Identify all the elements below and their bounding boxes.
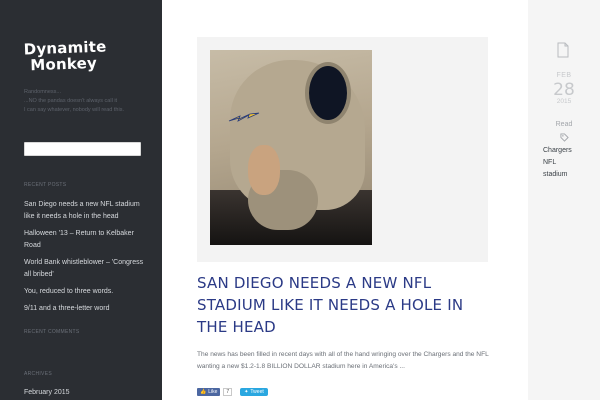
- facebook-like: 👍 Like 7: [197, 388, 233, 396]
- site-logo[interactable]: Dynamite Monkey: [23, 38, 107, 75]
- read-link[interactable]: Read: [528, 121, 600, 128]
- recent-post-link[interactable]: San Diego needs a new NFL stadium like i…: [24, 199, 149, 223]
- tweet-label: Tweet: [250, 389, 264, 395]
- post-date-year: 2015: [556, 98, 572, 105]
- tag-link[interactable]: Chargers: [543, 145, 572, 157]
- post-excerpt: The news has been filled in recent days …: [197, 351, 489, 370]
- recent-posts-title: RECENT POSTS: [24, 182, 67, 188]
- social-buttons: 👍 Like 7 ✦ Tweet: [197, 388, 268, 396]
- tweet-button[interactable]: ✦ Tweet: [240, 388, 268, 396]
- tag-list: Chargers NFL stadium: [543, 145, 572, 181]
- tag-icon: [560, 133, 569, 142]
- facebook-like-button[interactable]: 👍 Like: [197, 388, 221, 396]
- archives-title: ARCHIVES: [24, 371, 52, 377]
- tagline-line: ...NO the pandas doesn't always call it: [24, 98, 118, 104]
- post-date-month: FEB: [556, 72, 572, 79]
- tag-link[interactable]: stadium: [543, 169, 572, 181]
- document-icon: [557, 42, 569, 58]
- featured-image[interactable]: [210, 50, 372, 245]
- chargers-bolt-icon: [228, 112, 260, 122]
- recent-post-link[interactable]: World Bank whistleblower – 'Congress all…: [24, 257, 149, 281]
- archive-link[interactable]: February 2015: [24, 389, 70, 396]
- facebook-like-label: Like: [208, 389, 218, 395]
- facebook-like-count: 7: [223, 388, 233, 396]
- sidebar: Dynamite Monkey Randomness... ...NO the …: [0, 0, 162, 400]
- site-tagline: Randomness... ...NO the pandas doesn't a…: [24, 88, 154, 115]
- page: Dynamite Monkey Randomness... ...NO the …: [0, 0, 600, 400]
- recent-post-link[interactable]: Halloween '13 – Return to Kelbaker Road: [24, 228, 149, 252]
- main-content: SAN DIEGO NEEDS A NEW NFL STADIUM LIKE I…: [162, 0, 528, 400]
- recent-posts-list: San Diego needs a new NFL stadium like i…: [24, 199, 149, 320]
- thumbs-up-icon: 👍: [200, 389, 207, 395]
- tag-link[interactable]: NFL: [543, 157, 572, 169]
- featured-image-frame: [197, 37, 488, 262]
- post-meta: FEB 28 2015 Read Chargers NFL stadium: [528, 0, 600, 400]
- logo-line-2: Monkey: [29, 53, 98, 75]
- recent-post-link[interactable]: You, reduced to three words.: [24, 286, 149, 298]
- recent-comments-title: RECENT COMMENTS: [24, 329, 80, 335]
- photo-hood-hole: [305, 62, 351, 124]
- post-date-day: 28: [553, 80, 575, 100]
- photo-face: [248, 145, 280, 195]
- recent-post-link[interactable]: 9/11 and a three-letter word: [24, 303, 149, 315]
- search-input[interactable]: [25, 148, 140, 161]
- post-title[interactable]: SAN DIEGO NEEDS A NEW NFL STADIUM LIKE I…: [197, 272, 497, 338]
- tagline-line: Randomness...: [24, 89, 61, 95]
- twitter-bird-icon: ✦: [244, 389, 249, 395]
- search-box: [24, 142, 141, 161]
- tagline-line: I can say whatever, nobody will read thi…: [24, 107, 124, 113]
